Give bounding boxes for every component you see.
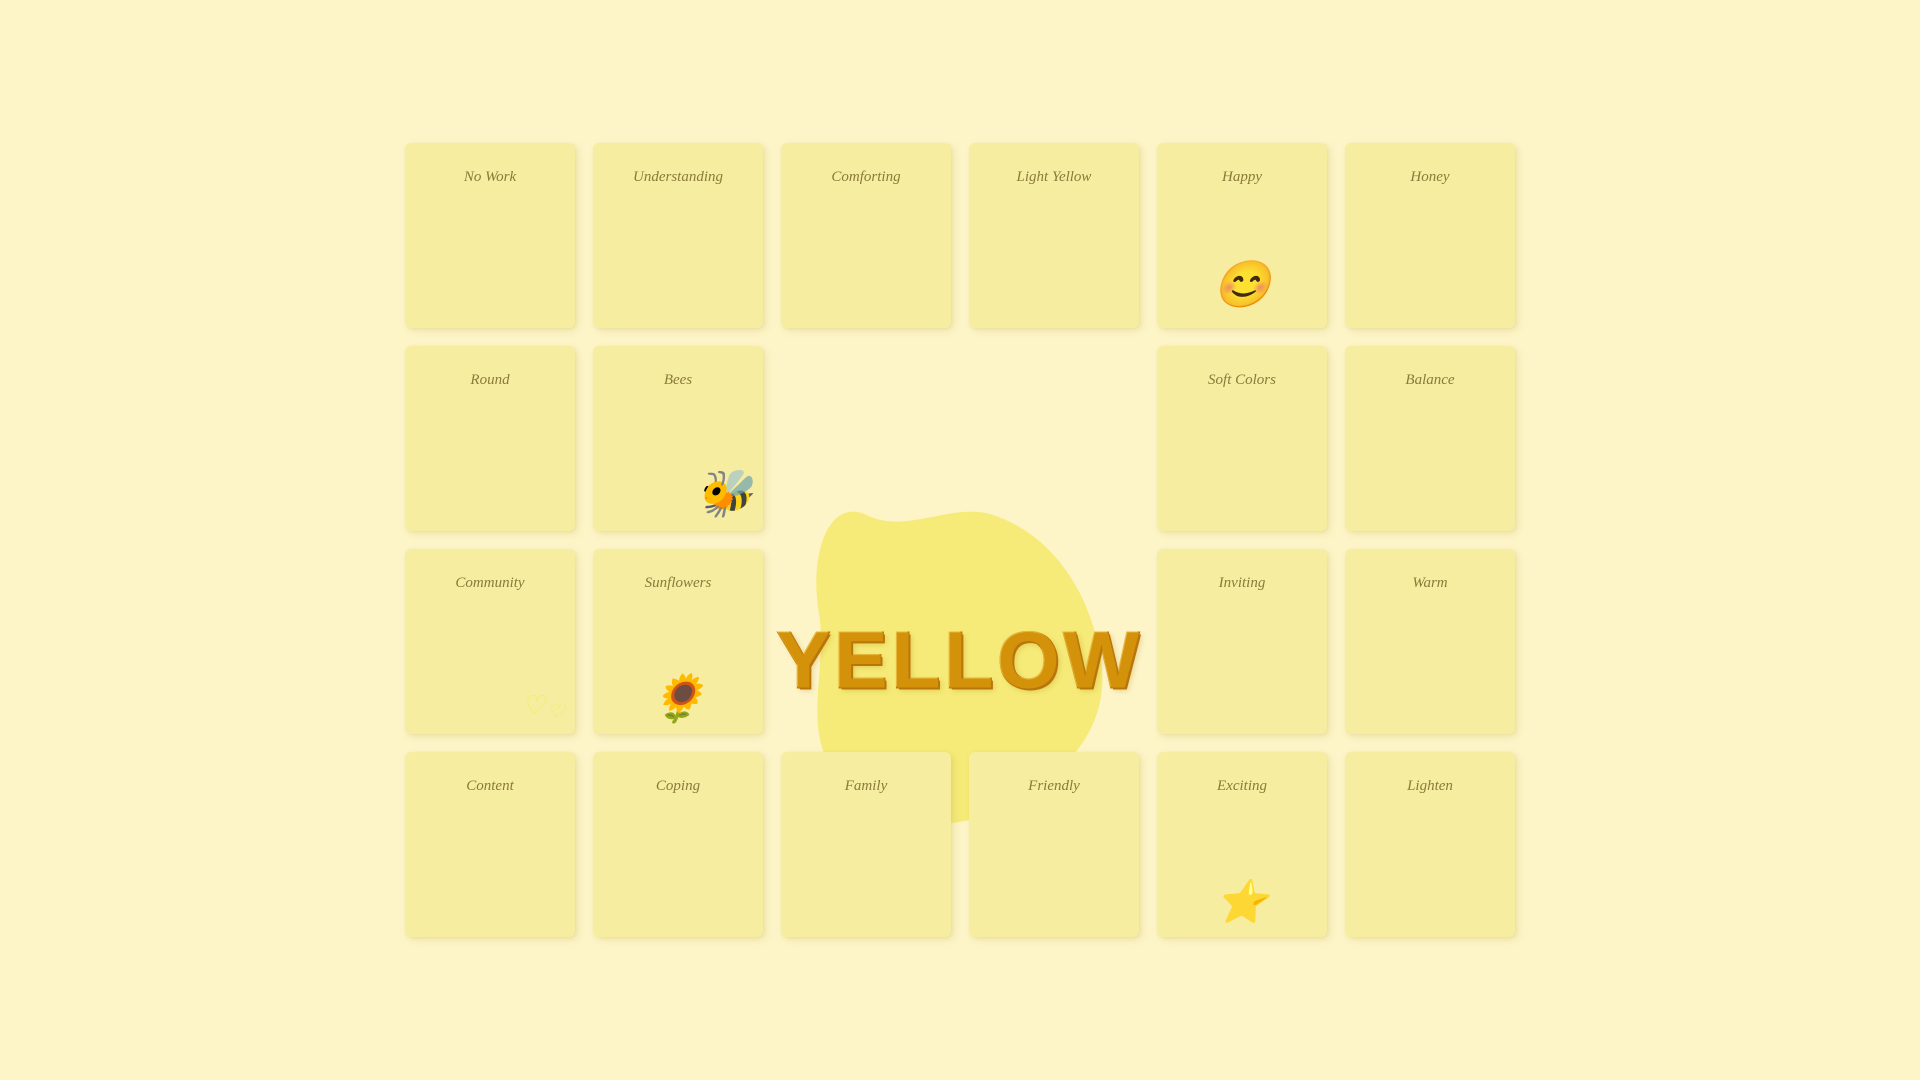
note-label-no-work: No Work bbox=[464, 169, 516, 186]
note-label-content: Content bbox=[466, 778, 514, 795]
happy-emoji: 😊 bbox=[1213, 258, 1270, 312]
note-exciting[interactable]: Exciting ⭐ bbox=[1157, 752, 1327, 937]
note-inviting[interactable]: Inviting bbox=[1157, 549, 1327, 734]
note-happy[interactable]: Happy 😊 bbox=[1157, 143, 1327, 328]
note-label-warm: Warm bbox=[1412, 575, 1447, 592]
note-label-comforting: Comforting bbox=[831, 169, 900, 186]
sunflower-emoji: 🌻 bbox=[649, 672, 706, 726]
note-label-honey: Honey bbox=[1410, 169, 1449, 186]
note-label-sunflowers: Sunflowers bbox=[645, 575, 712, 592]
note-label-balance: Balance bbox=[1405, 372, 1454, 389]
note-coping[interactable]: Coping bbox=[593, 752, 763, 937]
note-sunflowers[interactable]: Sunflowers 🌻 bbox=[593, 549, 763, 734]
note-comforting[interactable]: Comforting bbox=[781, 143, 951, 328]
bee-emoji: 🐝 bbox=[696, 467, 753, 521]
note-balance[interactable]: Balance bbox=[1345, 346, 1515, 531]
note-label-bees: Bees bbox=[664, 372, 692, 389]
note-label-family: Family bbox=[845, 778, 888, 795]
hearts-emoji: ♡ ♡ bbox=[522, 691, 565, 724]
yellow-title: YELLOW bbox=[777, 614, 1143, 706]
note-lighten[interactable]: Lighten bbox=[1345, 752, 1515, 937]
note-label-exciting: Exciting bbox=[1217, 778, 1267, 795]
main-grid: No Work Understanding Comforting Light Y… bbox=[405, 143, 1515, 937]
note-friendly[interactable]: Friendly bbox=[969, 752, 1139, 937]
note-warm[interactable]: Warm bbox=[1345, 549, 1515, 734]
note-no-work[interactable]: No Work bbox=[405, 143, 575, 328]
note-label-friendly: Friendly bbox=[1028, 778, 1080, 795]
note-content[interactable]: Content bbox=[405, 752, 575, 937]
note-light-yellow[interactable]: Light Yellow bbox=[969, 143, 1139, 328]
note-understanding[interactable]: Understanding bbox=[593, 143, 763, 328]
star-emoji: ⭐ bbox=[1216, 878, 1268, 927]
note-label-round: Round bbox=[470, 372, 509, 389]
note-label-inviting: Inviting bbox=[1219, 575, 1266, 592]
note-bees[interactable]: Bees 🐝 bbox=[593, 346, 763, 531]
note-label-lighten: Lighten bbox=[1407, 778, 1453, 795]
note-soft-colors[interactable]: Soft Colors bbox=[1157, 346, 1327, 531]
note-label-understanding: Understanding bbox=[633, 169, 723, 186]
note-label-coping: Coping bbox=[656, 778, 700, 795]
note-round[interactable]: Round bbox=[405, 346, 575, 531]
note-label-happy: Happy bbox=[1222, 169, 1262, 186]
note-community[interactable]: Community ♡ ♡ bbox=[405, 549, 575, 734]
note-label-light-yellow: Light Yellow bbox=[1017, 169, 1092, 186]
note-label-community: Community bbox=[455, 575, 524, 592]
note-family[interactable]: Family bbox=[781, 752, 951, 937]
note-honey[interactable]: Honey bbox=[1345, 143, 1515, 328]
note-label-soft-colors: Soft Colors bbox=[1208, 372, 1276, 389]
